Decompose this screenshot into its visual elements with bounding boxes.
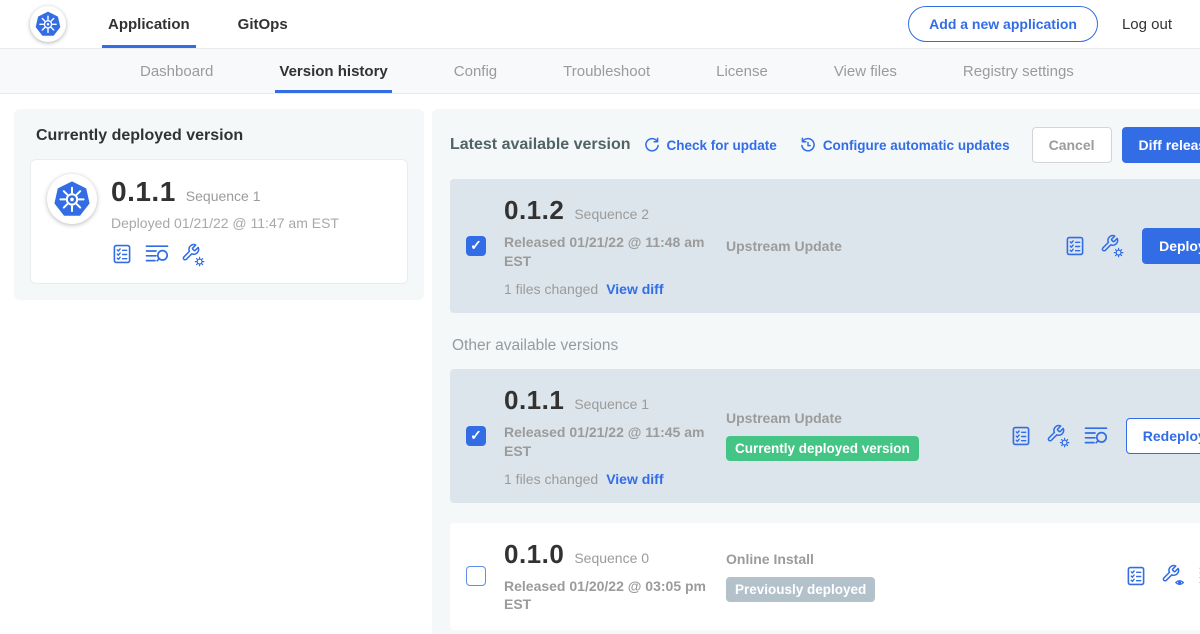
files-changed-line: 1 files changedView diff	[504, 281, 722, 297]
subtab-registry-settings[interactable]: Registry settings	[959, 49, 1078, 93]
subtab-view-files[interactable]: View files	[830, 49, 901, 93]
sequence-label: Sequence 0	[574, 550, 649, 566]
deployed-action-icons	[111, 243, 339, 267]
diff-releases-button[interactable]: Diff releases	[1122, 127, 1200, 163]
release-notes-magnifier-icon[interactable]	[145, 243, 169, 267]
version-source: Upstream Update	[722, 238, 1064, 254]
cancel-button[interactable]: Cancel	[1032, 127, 1112, 163]
deployed-sequence-label: Sequence 1	[186, 188, 261, 204]
top-nav: Application GitOps Add a new application…	[0, 0, 1200, 48]
previously-deployed-badge: Previously deployed	[726, 577, 875, 602]
released-timestamp: Released 01/20/22 @ 03:05 pm EST	[504, 577, 722, 615]
other-available-versions-title: Other available versions	[452, 337, 1200, 355]
version-info: 0.1.1 Sequence 1 Released 01/21/22 @ 11:…	[504, 385, 722, 487]
config-wrench-eye-icon[interactable]	[1161, 564, 1185, 588]
preflight-checklist-icon[interactable]	[1010, 425, 1032, 447]
app-logo	[30, 6, 66, 42]
deploy-button[interactable]: Deploy	[1142, 228, 1200, 264]
subtab-troubleshoot[interactable]: Troubleshoot	[559, 49, 654, 93]
kubernetes-logo-icon	[52, 179, 92, 219]
version-actions	[1125, 564, 1200, 588]
version-number: 0.1.1	[504, 385, 564, 416]
release-notes-magnifier-icon[interactable]	[1084, 425, 1108, 447]
view-diff-link[interactable]: View diff	[606, 281, 663, 297]
version-row-0-1-2: 0.1.2 Sequence 2 Released 01/21/22 @ 11:…	[450, 179, 1200, 313]
view-diff-link[interactable]: View diff	[606, 471, 663, 487]
config-wrench-gear-icon[interactable]	[1046, 424, 1070, 448]
preflight-checklist-icon[interactable]	[1125, 565, 1147, 587]
kubernetes-logo-icon	[34, 10, 62, 38]
subtab-dashboard[interactable]: Dashboard	[136, 49, 217, 93]
source-label: Online Install	[726, 551, 1125, 567]
preflight-checklist-icon[interactable]	[1064, 235, 1086, 257]
deployed-version-card: 0.1.1 Sequence 1 Deployed 01/21/22 @ 11:…	[30, 159, 408, 284]
version-history-panel: Latest available version Check for updat…	[432, 109, 1200, 634]
version-row-0-1-1: 0.1.1 Sequence 1 Released 01/21/22 @ 11:…	[450, 369, 1200, 503]
redeploy-button[interactable]: Redeploy	[1126, 418, 1200, 454]
version-actions: Deploy	[1064, 228, 1200, 264]
add-application-button[interactable]: Add a new application	[908, 6, 1098, 42]
version-number: 0.1.0	[504, 539, 564, 570]
subtab-version-history[interactable]: Version history	[275, 49, 391, 93]
app-logo-large	[47, 174, 97, 224]
released-timestamp: Released 01/21/22 @ 11:48 am EST	[504, 233, 722, 271]
sequence-label: Sequence 1	[574, 396, 649, 412]
latest-available-title: Latest available version	[450, 136, 631, 154]
currently-deployed-badge: Currently deployed version	[726, 436, 919, 461]
tab-application[interactable]: Application	[102, 0, 196, 48]
top-nav-right: Add a new application Log out	[908, 6, 1172, 42]
version-checkbox[interactable]	[466, 566, 486, 586]
sequence-label: Sequence 2	[574, 206, 649, 222]
main-content: Currently deployed version 0.1.1 Sequenc…	[0, 94, 1200, 634]
version-source: Upstream Update Currently deployed versi…	[722, 410, 1010, 461]
app-sub-nav: Dashboard Version history Config Trouble…	[0, 48, 1200, 94]
currently-deployed-title: Currently deployed version	[36, 127, 408, 145]
deployed-version-info: 0.1.1 Sequence 1 Deployed 01/21/22 @ 11:…	[111, 174, 339, 267]
top-nav-tabs: Application GitOps	[102, 0, 330, 48]
version-info: 0.1.2 Sequence 2 Released 01/21/22 @ 11:…	[504, 195, 722, 297]
version-source: Online Install Previously deployed	[722, 551, 1125, 602]
version-row-0-1-0: 0.1.0 Sequence 0 Released 01/20/22 @ 03:…	[450, 523, 1200, 631]
released-timestamp: Released 01/21/22 @ 11:45 am EST	[504, 423, 722, 461]
version-checkbox[interactable]	[466, 426, 486, 446]
preflight-checklist-icon[interactable]	[111, 243, 133, 267]
version-info: 0.1.0 Sequence 0 Released 01/20/22 @ 03:…	[504, 539, 722, 615]
files-changed-line: 1 files changedView diff	[504, 471, 722, 487]
currently-deployed-card: Currently deployed version 0.1.1 Sequenc…	[14, 109, 424, 300]
version-actions: Redeploy	[1010, 418, 1200, 454]
deployed-version-number: 0.1.1	[111, 176, 176, 208]
config-wrench-gear-icon[interactable]	[181, 243, 205, 267]
check-for-update-link[interactable]: Check for update	[643, 136, 777, 154]
auto-update-clock-icon	[799, 136, 817, 154]
version-number: 0.1.2	[504, 195, 564, 226]
configure-automatic-updates-link[interactable]: Configure automatic updates	[799, 136, 1010, 154]
subtab-license[interactable]: License	[712, 49, 772, 93]
panel-header: Latest available version Check for updat…	[450, 127, 1200, 163]
source-label: Upstream Update	[726, 238, 1064, 254]
source-label: Upstream Update	[726, 410, 1010, 426]
refresh-icon	[643, 136, 661, 154]
deployed-timestamp: Deployed 01/21/22 @ 11:47 am EST	[111, 215, 339, 231]
config-wrench-gear-icon[interactable]	[1100, 234, 1124, 258]
logout-link[interactable]: Log out	[1122, 16, 1172, 33]
tab-gitops[interactable]: GitOps	[232, 0, 294, 48]
version-checkbox[interactable]	[466, 236, 486, 256]
subtab-config[interactable]: Config	[450, 49, 501, 93]
